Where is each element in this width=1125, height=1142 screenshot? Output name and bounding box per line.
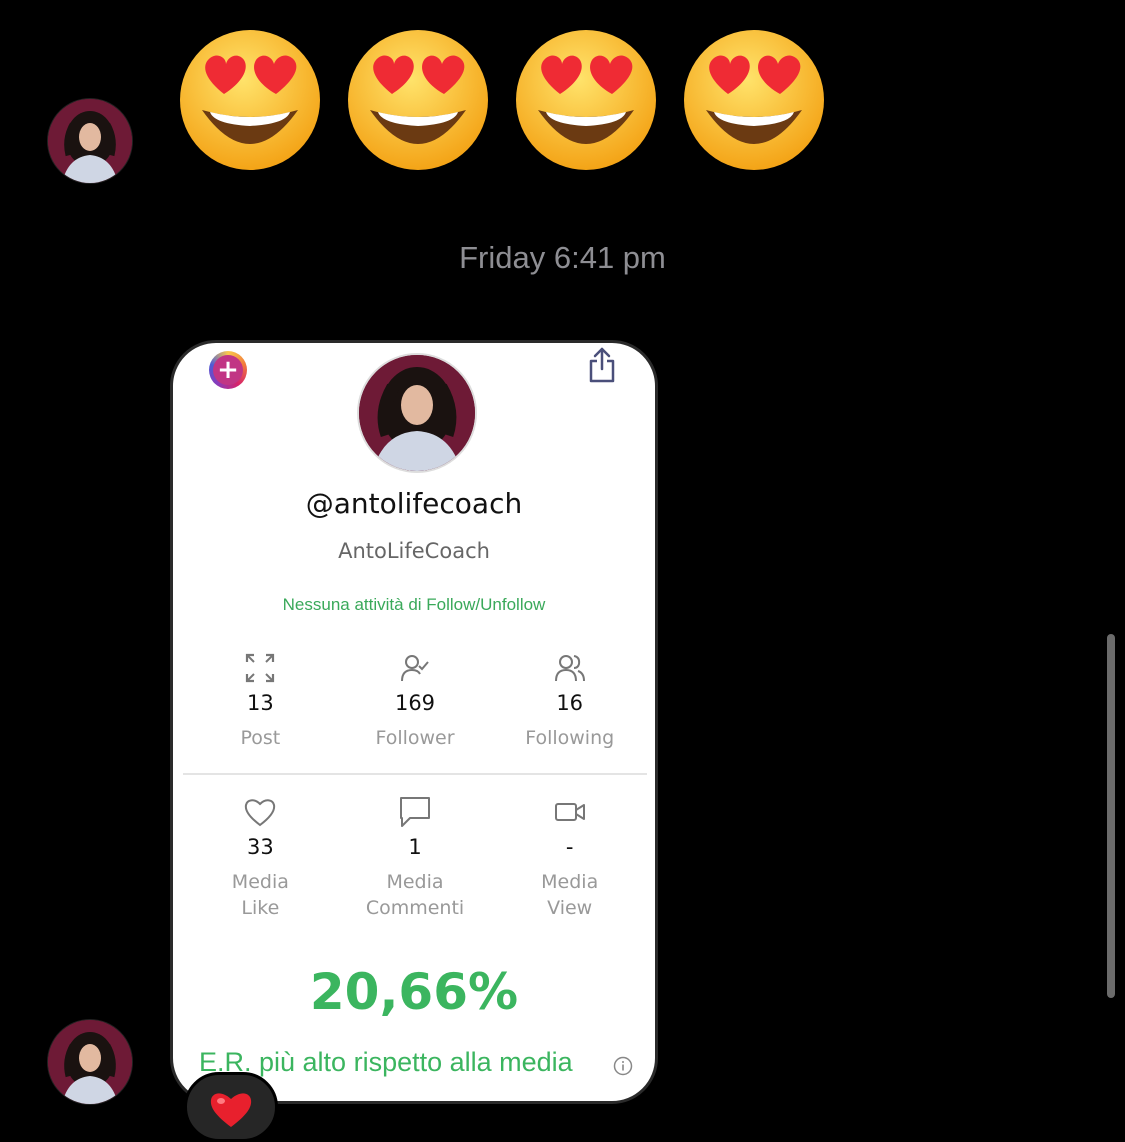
stat-following: 16 Following [492,651,647,751]
message-timestamp: Friday 6:41 pm [459,240,666,275]
media-comments-value: 1 [408,835,422,859]
scrollbar[interactable] [1107,634,1115,998]
media-view-value: - [565,835,574,859]
heart-outline-icon [245,799,276,827]
follow-activity-note: Nessuna attività di Follow/Unfollow [282,595,546,614]
heart-eyes-emoji-icon [684,30,824,170]
profile-stats-card[interactable]: + @antolifecoach AntoLifeCoach Nessuna a… [170,340,658,1104]
following-count: 16 [556,691,584,715]
followers-label: Follower [375,727,455,749]
posts-count: 13 [246,691,274,715]
heart-eyes-emoji-icon [516,30,656,170]
instagram-add-icon[interactable]: + [209,351,247,389]
profile-handle: @antolifecoach [305,487,523,520]
heart-eyes-emoji-icon [180,30,320,170]
media-view-label: Media View [541,871,599,919]
user-check-icon [401,655,429,682]
media-comments-label: Media Commenti [365,871,465,919]
video-icon [554,803,585,821]
profile-photo [357,353,477,473]
sender-avatar[interactable] [48,99,132,183]
account-stats-row: 13 Post 169 Follower 16 Following [183,651,647,751]
media-like-label: Media Like [231,871,289,919]
stat-followers: 169 Follower [338,651,493,751]
sender-avatar-bottom[interactable] [48,1020,132,1104]
share-icon[interactable] [587,347,617,383]
heart-eyes-emoji-icon [348,30,488,170]
media-like-value: 33 [246,835,274,859]
engagement-rate-value: 20,66% [309,963,519,1021]
followers-count: 169 [394,691,436,715]
red-heart-icon [210,1093,252,1127]
media-stats-row: 33 Media Like 1 Media Commenti - Media View [183,795,647,921]
stats-divider [183,773,647,775]
profile-display-name: AntoLifeCoach [338,539,490,563]
emoji-message[interactable] [178,28,826,172]
heart-reaction[interactable] [184,1072,278,1142]
stat-posts: 13 Post [183,651,338,751]
comment-icon [400,797,430,827]
posts-label: Post [240,727,281,749]
expand-icon [246,653,275,683]
stat-media-like: 33 Media Like [183,795,338,921]
users-icon [554,655,585,682]
following-label: Following [525,727,615,749]
info-icon[interactable] [613,1056,633,1076]
stat-media-comments: 1 Media Commenti [338,795,493,921]
stat-media-view: - Media View [492,795,647,921]
